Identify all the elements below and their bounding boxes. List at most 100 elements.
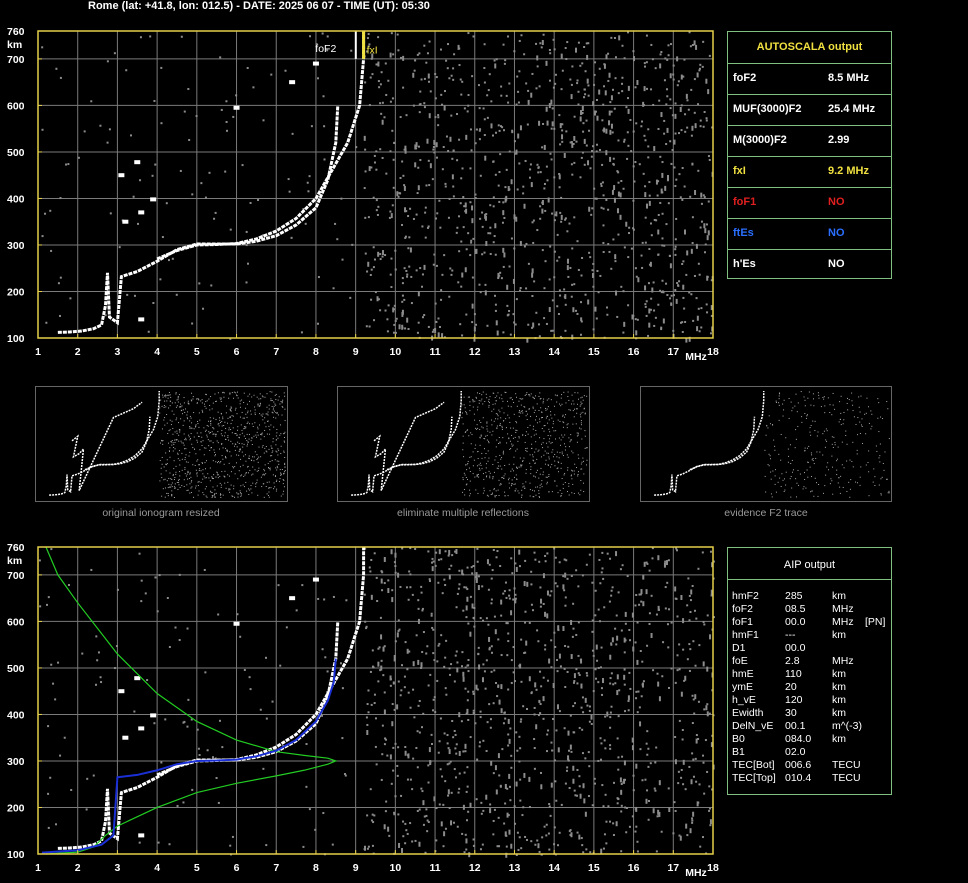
thumb-noise-dot [525, 435, 527, 437]
thumb-noise-dot [168, 391, 170, 393]
noise-dot [605, 54, 608, 60]
noise-dot [408, 570, 411, 573]
thumb-noise-dot [510, 397, 512, 399]
noise-dot [499, 153, 502, 156]
thumb-noise-dot [834, 408, 836, 410]
noise-dot [680, 595, 683, 601]
thumb-noise-dot [274, 475, 276, 477]
thumb-noise-dot [176, 481, 178, 483]
noise-dot [542, 33, 545, 36]
noise-dot [590, 149, 593, 152]
thumb-noise-dot [567, 456, 569, 458]
noise-dot [661, 161, 664, 164]
noise-dot [498, 200, 501, 203]
noise-dot [622, 331, 625, 334]
thumb-noise-dot [281, 414, 283, 416]
noise-dot [694, 757, 697, 760]
thumb-noise-dot [556, 485, 558, 487]
thumb-noise-dot [811, 490, 813, 492]
noise-dot [196, 728, 199, 731]
noise-dot [647, 800, 650, 803]
noise-dot [550, 590, 553, 593]
noise-dot [479, 617, 482, 620]
thumb-noise-dot [168, 442, 170, 444]
thumb-noise-dot [482, 391, 484, 393]
thumb-noise-dot [166, 400, 168, 402]
thumb-noise-dot [846, 490, 848, 492]
noise-dot [701, 551, 704, 554]
noise-dot [494, 223, 497, 229]
noise-dot [687, 108, 690, 111]
noise-dot [198, 754, 201, 757]
noise-dot [699, 845, 702, 848]
noise-dot [614, 260, 617, 263]
noise-dot [650, 234, 653, 237]
noise-dot [409, 207, 412, 210]
thumb-noise-dot [258, 456, 260, 458]
thumb-noise-dot [171, 482, 173, 484]
thumb-noise-dot [852, 404, 854, 406]
noise-dot [650, 88, 653, 91]
thumb-noise-dot [260, 414, 262, 416]
thumb-noise-dot [846, 443, 848, 445]
thumb-noise-dot [202, 411, 204, 413]
noise-dot [508, 188, 511, 191]
noise-dot [505, 195, 508, 201]
thumb-noise-dot [183, 444, 185, 446]
thumb-noise-dot [585, 464, 587, 466]
y-tick-label: 400 [7, 709, 25, 721]
noise-dot [663, 79, 666, 82]
thumb-noise-dot [822, 396, 824, 398]
thumb-noise-dot [879, 455, 881, 457]
thumb-noise-dot [209, 490, 211, 492]
thumb-noise-dot [220, 486, 222, 488]
noise-dot [451, 719, 454, 722]
thumb-noise-dot [499, 424, 501, 426]
noise-dot [686, 604, 689, 607]
noise-dot [508, 738, 511, 744]
thumb-noise-dot [485, 435, 487, 437]
noise-dot [546, 733, 549, 736]
thumb-noise-dot [521, 410, 523, 412]
thumb-noise-dot [196, 439, 198, 441]
noise-dot [430, 612, 433, 615]
autoscala-value: 2.99 [828, 134, 850, 146]
noise-dot [195, 115, 198, 118]
noise-dot [706, 275, 709, 278]
aip-value: 20 [785, 681, 797, 693]
thumb-noise-dot [467, 462, 469, 464]
thumb-noise-dot [263, 496, 265, 498]
thumb-noise-dot [799, 473, 801, 475]
thumb-noise-dot [190, 392, 192, 394]
noise-dot [557, 629, 560, 632]
noise-dot [603, 739, 606, 742]
echo-point [122, 219, 129, 224]
thumb-noise-dot [523, 457, 525, 459]
noise-dot [466, 785, 469, 788]
noise-dot [690, 779, 693, 785]
noise-dot [637, 277, 640, 283]
noise-dot [495, 789, 498, 795]
thumb-noise-dot [175, 392, 177, 394]
thumb-noise-dot [501, 476, 503, 478]
noise-dot [571, 635, 574, 638]
noise-dot [591, 619, 594, 622]
noise-dot [399, 694, 402, 697]
noise-dot [271, 700, 274, 703]
thumb-noise-dot [481, 398, 483, 400]
autoscala-row-fof1: foF1 NO [728, 187, 891, 218]
noise-dot [527, 89, 530, 92]
noise-dot [590, 213, 593, 216]
thumb-noise-dot [276, 465, 278, 467]
thumb-noise-dot [829, 412, 831, 414]
noise-dot [564, 644, 567, 647]
noise-dot [519, 663, 522, 669]
thumb-noise-dot [159, 442, 161, 444]
autoscala-label: M(3000)F2 [733, 134, 787, 146]
noise-dot [351, 243, 354, 246]
noise-dot [560, 803, 563, 806]
noise-dot [310, 125, 313, 128]
x-tick-label: 5 [194, 862, 200, 874]
thumb-noise-dot [257, 426, 259, 428]
noise-dot [660, 830, 663, 833]
